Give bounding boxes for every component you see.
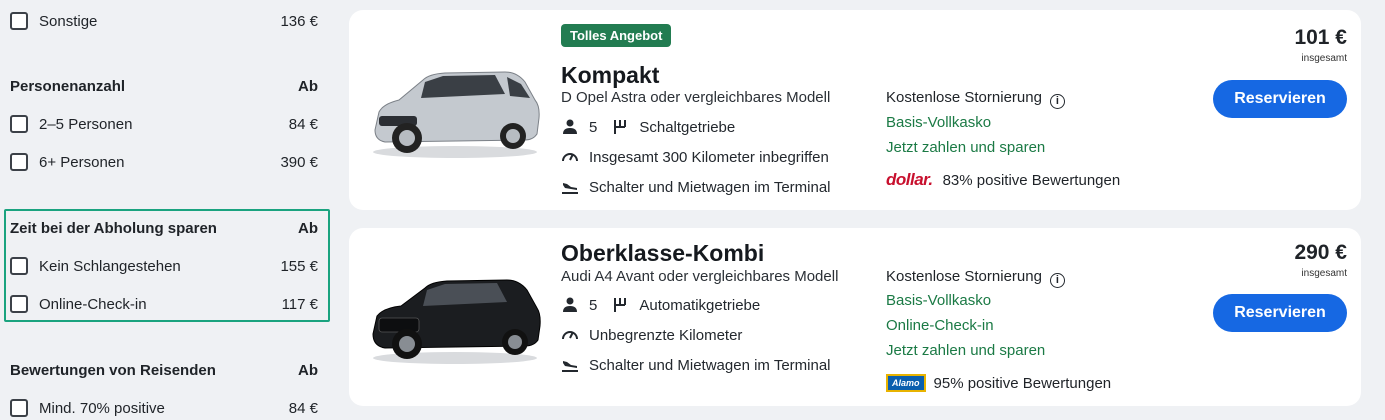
seats-count: 5 — [589, 118, 598, 136]
plane-landing-icon — [562, 183, 578, 194]
car-category: Oberklasse-Kombi — [561, 240, 765, 266]
vendor-rating: Alamo 95% positive Bewertungen — [886, 374, 1111, 392]
gearshift-icon — [614, 120, 627, 134]
total-price: 101 € — [1294, 26, 1347, 49]
filter-option-mind-70-positive[interactable]: Mind. 70% positive 84 € — [10, 396, 318, 420]
checkbox[interactable] — [10, 399, 28, 417]
mileage: Unbegrenzte Kilometer — [589, 326, 743, 344]
seats-count: 5 — [589, 296, 598, 314]
section-title: Bewertungen von Reisenden — [10, 362, 216, 379]
filter-option-online-check-in[interactable]: Online-Check-in 117 € — [10, 292, 318, 316]
filter-sidebar: Sonstige 136 € Personenanzahl Ab 2–5 Per… — [0, 0, 330, 420]
alamo-logo: Alamo — [886, 374, 926, 392]
filter-label: Online-Check-in — [39, 295, 147, 313]
filter-label: Sonstige — [39, 12, 98, 30]
car-specs: 5 Automatikgetriebe — [561, 296, 760, 314]
transmission: Automatikgetriebe — [639, 296, 761, 314]
cancellation: Kostenlose Stornierung i — [886, 89, 1065, 109]
car-category: Kompakt — [561, 62, 660, 88]
dollar-logo: dollar. — [886, 170, 933, 189]
cancellation-text: Kostenlose Stornierung — [886, 268, 1042, 285]
person-icon — [563, 119, 577, 134]
filter-option-sonstige[interactable]: Sonstige 136 € — [10, 9, 318, 33]
filter-section-heading: Personenanzahl Ab — [10, 78, 318, 95]
perk-insurance: Basis-Vollkasko — [886, 114, 992, 131]
filter-section-heading: Zeit bei der Abholung sparen Ab — [10, 220, 318, 237]
pickup-row: Schalter und Mietwagen im Terminal — [561, 178, 831, 196]
transmission: Schaltgetriebe — [639, 118, 736, 136]
perk-pay-now: Jetzt zahlen und sparen — [886, 342, 1046, 359]
gearshift-icon — [614, 298, 627, 312]
plane-landing-icon — [562, 361, 578, 372]
info-icon[interactable]: i — [1049, 94, 1065, 109]
car-specs: 5 Schaltgetriebe — [561, 118, 735, 136]
checkbox[interactable] — [10, 295, 28, 313]
filter-price: 84 € — [288, 115, 318, 133]
filter-label: Kein Schlangestehen — [39, 257, 181, 275]
pickup-row: Schalter und Mietwagen im Terminal — [561, 356, 831, 374]
car-model: D Opel Astra oder vergleichbares Modell — [561, 89, 831, 106]
mileage-row: Insgesamt 300 Kilometer inbegriffen — [561, 148, 829, 166]
filter-price: 117 € — [281, 295, 318, 313]
vendor-rating: dollar. 83% positive Bewertungen — [886, 170, 1120, 190]
reserve-button[interactable]: Reservieren — [1213, 294, 1347, 332]
cancellation: Kostenlose Stornierung i — [886, 268, 1065, 288]
rating-text: 83% positive Bewertungen — [942, 171, 1121, 189]
car-offer-card[interactable]: Oberklasse-Kombi Audi A4 Avant oder verg… — [349, 228, 1361, 406]
mileage: Insgesamt 300 Kilometer inbegriffen — [589, 148, 829, 166]
perk-online-check-in: Online-Check-in — [886, 317, 994, 334]
section-ab: Ab — [298, 362, 318, 379]
checkbox[interactable] — [10, 115, 28, 133]
perk-pay-now: Jetzt zahlen und sparen — [886, 139, 1046, 156]
section-title: Personenanzahl — [10, 78, 126, 95]
filter-label: Mind. 70% positive — [39, 399, 165, 417]
rating-text: 95% positive Bewertungen — [933, 374, 1112, 392]
total-price: 290 € — [1294, 241, 1347, 264]
filter-option-kein-schlangestehen[interactable]: Kein Schlangestehen 155 € — [10, 254, 318, 278]
reserve-button[interactable]: Reservieren — [1213, 80, 1347, 118]
checkbox[interactable] — [10, 12, 28, 30]
mileage-row: Unbegrenzte Kilometer — [561, 326, 742, 344]
section-ab: Ab — [298, 78, 318, 95]
filter-label: 6+ Personen — [39, 153, 125, 171]
checkbox[interactable] — [10, 257, 28, 275]
filter-price: 390 € — [280, 153, 318, 171]
car-model: Audi A4 Avant oder vergleichbares Modell — [561, 268, 839, 285]
filter-label: 2–5 Personen — [39, 115, 133, 133]
filter-price: 155 € — [280, 257, 318, 275]
car-image — [373, 71, 540, 158]
info-icon[interactable]: i — [1049, 273, 1065, 288]
pickup-location: Schalter und Mietwagen im Terminal — [589, 178, 831, 196]
filter-price: 136 € — [280, 12, 318, 30]
deal-badge: Tolles Angebot — [561, 24, 672, 47]
section-title: Zeit bei der Abholung sparen — [10, 220, 217, 237]
filter-price: 84 € — [288, 399, 318, 417]
speedometer-icon — [562, 331, 578, 340]
pickup-location: Schalter und Mietwagen im Terminal — [589, 356, 831, 374]
filter-section-heading: Bewertungen von Reisenden Ab — [10, 362, 318, 379]
person-icon — [563, 297, 577, 312]
cancellation-text: Kostenlose Stornierung — [886, 89, 1042, 106]
filter-option-6-personen[interactable]: 6+ Personen 390 € — [10, 150, 318, 174]
price-subtitle: insgesamt — [1301, 268, 1347, 279]
car-image — [372, 279, 541, 364]
checkbox[interactable] — [10, 153, 28, 171]
speedometer-icon — [562, 153, 578, 162]
price-subtitle: insgesamt — [1301, 53, 1347, 64]
car-offer-card[interactable]: Tolles Angebot Kompakt D Opel Astra oder… — [349, 10, 1361, 210]
perk-insurance: Basis-Vollkasko — [886, 292, 992, 309]
filter-option-2-5-personen[interactable]: 2–5 Personen 84 € — [10, 112, 318, 136]
section-ab: Ab — [298, 220, 318, 237]
